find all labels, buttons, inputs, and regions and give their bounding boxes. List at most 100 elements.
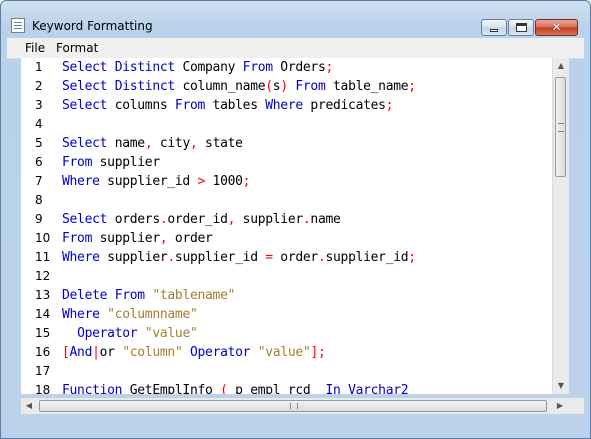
- code-text: Select columns From tables Where predica…: [62, 96, 394, 115]
- code-line[interactable]: 15 Operator "value": [21, 324, 548, 343]
- line-number: 3: [35, 98, 43, 112]
- code-token-kw: Select: [62, 98, 108, 113]
- code-line[interactable]: 4: [21, 115, 548, 134]
- size-grip[interactable]: [568, 398, 584, 414]
- code-line[interactable]: 11 Where supplier.supplier_id = order.sup…: [21, 248, 548, 267]
- code-line[interactable]: 14 Where "columnname": [21, 305, 548, 324]
- code-token-id: supplier_id: [99, 174, 198, 189]
- code-token-op: (: [265, 79, 273, 94]
- window-title: Keyword Formatting: [32, 19, 153, 33]
- code-token-id: tables: [205, 98, 266, 113]
- code-token-id: [341, 383, 349, 394]
- code-text: Where supplier.supplier_id = order.suppl…: [62, 248, 416, 267]
- code-token-id: supplier: [92, 155, 161, 170]
- code-token-str: "value": [257, 345, 311, 360]
- horizontal-scroll-thumb[interactable]: [39, 400, 547, 412]
- vertical-scroll-thumb[interactable]: [555, 77, 566, 177]
- code-line[interactable]: 10 From supplier, order: [21, 229, 548, 248]
- menu-format[interactable]: Format: [56, 41, 98, 55]
- code-token-id: predicates: [302, 98, 386, 113]
- code-token-kw: Select: [62, 79, 108, 94]
- horizontal-scrollbar[interactable]: ◀ ▶: [21, 398, 568, 414]
- code-token-kw: Distinct: [114, 60, 176, 75]
- code-token-op: =: [265, 250, 273, 265]
- menu-file[interactable]: File: [25, 41, 45, 55]
- code-token-id: name: [107, 136, 145, 151]
- minimize-button[interactable]: [481, 19, 507, 36]
- close-button[interactable]: ✕: [535, 19, 578, 36]
- maximize-button[interactable]: [508, 19, 534, 36]
- code-text: Select Distinct Company From Orders;: [62, 58, 333, 77]
- code-line[interactable]: 12: [21, 267, 548, 286]
- grip-icon: [290, 403, 298, 409]
- line-number: 16: [35, 345, 51, 359]
- code-line[interactable]: 5 Select name, city, state: [21, 134, 548, 153]
- vertical-scrollbar[interactable]: ▲ ▼: [552, 58, 569, 394]
- line-number: 8: [35, 193, 43, 207]
- grip-icon: [558, 123, 564, 132]
- code-token-kw: Where: [62, 174, 100, 189]
- code-token-op: |: [92, 345, 100, 360]
- line-number: 18: [35, 383, 51, 394]
- code-token-op: ;: [242, 174, 251, 189]
- scroll-left-arrow-icon[interactable]: ◀: [21, 398, 37, 414]
- scroll-down-arrow-icon[interactable]: ▼: [553, 378, 569, 394]
- code-token-id: [107, 60, 115, 75]
- code-token-kw: From: [174, 98, 206, 113]
- title-bar[interactable]: Keyword Formatting ✕: [1, 1, 590, 37]
- code-token-op: ;: [385, 98, 394, 113]
- line-number: 13: [35, 288, 51, 302]
- scroll-right-arrow-icon[interactable]: ▶: [552, 398, 568, 414]
- code-line[interactable]: 8: [21, 191, 548, 210]
- code-token-kw: Varchar2: [348, 383, 409, 394]
- code-line[interactable]: 2 Select Distinct column_name(s) From tab…: [21, 77, 548, 96]
- line-number: 12: [35, 269, 51, 283]
- code-line[interactable]: 9 Select orders.order_id, supplier.name: [21, 210, 548, 229]
- scroll-up-arrow-icon[interactable]: ▲: [553, 58, 569, 74]
- code-token-kw: In: [325, 383, 341, 394]
- code-line[interactable]: 17: [21, 362, 548, 381]
- code-token-id: [62, 326, 77, 341]
- code-token-id: city: [152, 136, 190, 151]
- code-token-id: column_name: [174, 79, 266, 94]
- code-token-str: "value": [144, 326, 198, 341]
- code-token-kw: Select: [62, 212, 108, 227]
- code-line[interactable]: 13 Delete From "tablename": [21, 286, 548, 305]
- code-token-id: Company: [174, 60, 243, 75]
- code-token-id: supplier_id: [174, 250, 266, 265]
- code-token-id: supplier: [235, 212, 304, 227]
- code-token-kw: Select: [62, 60, 108, 75]
- code-editor[interactable]: 1 Select Distinct Company From Orders; 2 Se…: [21, 58, 568, 394]
- code-token-kw: Where: [62, 250, 100, 265]
- code-token-kw: From: [242, 60, 273, 75]
- code-token-kw: Delete: [62, 288, 108, 303]
- code-token-kw: Operator: [190, 345, 251, 360]
- code-text: Delete From "tablename": [62, 286, 235, 305]
- line-number: 17: [35, 364, 51, 378]
- maximize-icon: [516, 23, 527, 32]
- code-line[interactable]: 1 Select Distinct Company From Orders;: [21, 58, 548, 77]
- code-line[interactable]: 18 Function GetEmplInfo ( p_empl_rcd In V…: [21, 381, 548, 394]
- code-line[interactable]: 7 Where supplier_id > 1000;: [21, 172, 548, 191]
- code-line[interactable]: 6 From supplier: [21, 153, 548, 172]
- line-number: 9: [35, 212, 43, 226]
- app-icon[interactable]: [11, 18, 25, 33]
- line-number: 10: [35, 231, 51, 245]
- line-number: 6: [35, 155, 43, 169]
- code-line[interactable]: 16 [And|or "column" Operator "value"];: [21, 343, 548, 362]
- code-token-kw: Operator: [77, 326, 138, 341]
- code-text: Select Distinct column_name(s) From tabl…: [62, 77, 416, 96]
- code-token-id: supplier: [92, 231, 161, 246]
- code-token-kw: Select: [62, 136, 108, 151]
- code-line[interactable]: 3 Select columns From tables Where predic…: [21, 96, 548, 115]
- code-token-op: [: [62, 345, 70, 360]
- code-token-str: "tablename": [152, 288, 236, 303]
- close-icon: ✕: [551, 20, 562, 34]
- line-number: 5: [35, 136, 43, 150]
- app-window: Keyword Formatting ✕ File Format 1 Select…: [0, 0, 591, 439]
- code-text: Select orders.order_id, supplier.name: [62, 210, 341, 229]
- menu-bar: File Format: [7, 38, 584, 59]
- code-token-id: Orders: [272, 60, 326, 75]
- code-token-str: "columnname": [107, 307, 198, 322]
- code-token-id: order: [272, 250, 318, 265]
